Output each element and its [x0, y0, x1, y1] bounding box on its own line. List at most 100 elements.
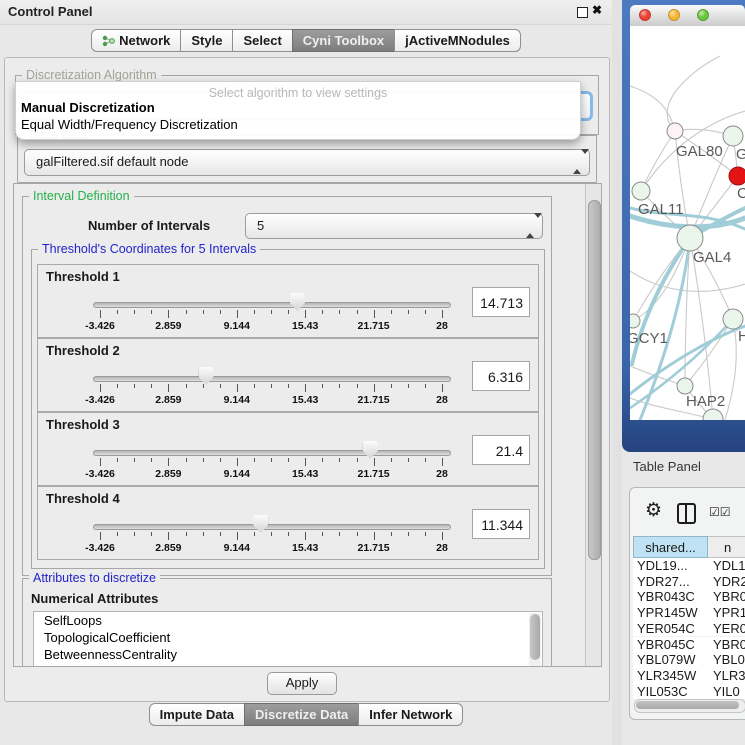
- attributes-list[interactable]: SelfLoopsTopologicalCoefficientBetweenne…: [33, 611, 543, 667]
- threshold-2-slider-track[interactable]: [93, 376, 451, 382]
- slider-tick-label: 9.144: [212, 468, 262, 480]
- attributes-list-scrollbar[interactable]: [529, 613, 541, 667]
- threshold-4-slider-thumb[interactable]: [253, 515, 268, 533]
- tab-discretize-data[interactable]: Discretize Data: [244, 703, 359, 726]
- tab-infer-network[interactable]: Infer Network: [358, 703, 463, 726]
- zoom-light[interactable]: [697, 9, 709, 21]
- number-of-intervals-combobox[interactable]: 5: [245, 213, 543, 239]
- slider-tick: [271, 458, 272, 462]
- slider-tick: [151, 458, 152, 462]
- threshold-4-slider-track[interactable]: [93, 524, 451, 530]
- dropdown-item-manual-discretization[interactable]: Manual Discretization: [16, 100, 580, 117]
- threshold-3-value-field[interactable]: 21.4: [472, 435, 530, 465]
- network-node[interactable]: [630, 314, 640, 328]
- slider-tick-label: 15.43: [280, 394, 330, 406]
- table-row[interactable]: YBR045CYBR0: [633, 637, 745, 653]
- slider-tick: [374, 384, 375, 392]
- table-panel: ⚙ ☑☑ shared... n YDL19...YDL1YDR27...YDR…: [629, 487, 745, 720]
- network-edge[interactable]: [667, 56, 720, 131]
- slider-tick: [374, 458, 375, 466]
- slider-tick: [339, 384, 340, 388]
- threshold-2-slider-thumb[interactable]: [199, 367, 214, 385]
- dropdown-item-equal-width-frequency-discretization[interactable]: Equal Width/Frequency Discretization: [16, 117, 580, 134]
- slider-tick: [134, 384, 135, 388]
- network-node[interactable]: [677, 378, 693, 394]
- table-horizontal-scrollbar[interactable]: [634, 699, 745, 713]
- threshold-label: Threshold 4: [46, 491, 120, 506]
- threshold-1-slider-track[interactable]: [93, 302, 451, 308]
- column-header-shared-name[interactable]: shared...: [633, 536, 708, 558]
- checkboxes-icon[interactable]: ☑☑: [709, 505, 731, 519]
- scrollpane-vertical-scrollbar[interactable]: [585, 184, 601, 666]
- slider-tick: [186, 384, 187, 388]
- cell-name: YIL0: [713, 684, 745, 699]
- tab-cyni-toolbox[interactable]: Cyni Toolbox: [292, 29, 395, 52]
- slider-tick: [220, 532, 221, 536]
- table-row[interactable]: YIL053C YIL0: [633, 684, 745, 700]
- network-edge[interactable]: [630, 86, 675, 131]
- table-row[interactable]: YDR27...YDR2: [633, 574, 745, 590]
- threshold-3-slider-thumb[interactable]: [363, 441, 378, 459]
- control-panel-titlebar: Control Panel ✖: [0, 0, 612, 25]
- tab-label: Style: [191, 33, 222, 48]
- float-panel-icon[interactable]: [577, 7, 588, 18]
- table-row[interactable]: YER054CYER0: [633, 621, 745, 637]
- threshold-1-slider-thumb[interactable]: [290, 293, 305, 311]
- threshold-3-slider-track[interactable]: [93, 450, 451, 456]
- column-header-name[interactable]: n: [708, 536, 745, 558]
- network-node[interactable]: [667, 123, 683, 139]
- network-edge[interactable]: [641, 131, 675, 191]
- slider-tick: [203, 310, 204, 314]
- apply-button[interactable]: Apply: [267, 672, 337, 695]
- network-node[interactable]: [723, 309, 743, 329]
- cyni-bottom-tabbar: Impute DataDiscretize DataInfer Network: [0, 703, 612, 726]
- close-panel-icon[interactable]: ✖: [592, 3, 602, 17]
- tab-style[interactable]: Style: [180, 29, 233, 52]
- close-light[interactable]: [639, 9, 651, 21]
- cell-shared-name: YBL079W: [637, 652, 707, 667]
- network-node-label: GCY1: [630, 330, 668, 347]
- threshold-4-value-field[interactable]: 11.344: [472, 509, 530, 539]
- table-row[interactable]: YLR345WYLR3: [633, 668, 745, 684]
- cell-shared-name: YPR145W: [637, 605, 707, 620]
- slider-tick-label: 21.715: [349, 468, 399, 480]
- slider-tick: [322, 310, 323, 314]
- threshold-1-value-field[interactable]: 14.713: [472, 287, 530, 317]
- table-row[interactable]: YPR145WYPR1: [633, 605, 745, 621]
- table-row[interactable]: YBR043CYBR0: [633, 589, 745, 605]
- group-title: Discretization Algorithm: [22, 68, 161, 82]
- table-row[interactable]: YDL19...YDL1: [633, 558, 745, 574]
- slider-tick-label: 2.859: [143, 542, 193, 554]
- network-node[interactable]: [723, 126, 743, 146]
- slider-tick: [117, 310, 118, 314]
- minimize-light[interactable]: [668, 9, 680, 21]
- slider-tick: [168, 384, 169, 392]
- cell-name: YER0: [713, 621, 745, 636]
- gear-icon[interactable]: ⚙: [645, 499, 662, 522]
- slider-tick: [100, 532, 101, 540]
- table-row[interactable]: YBL079WYBL0: [633, 652, 745, 668]
- slider-tick: [442, 384, 443, 392]
- tab-network[interactable]: Network: [91, 29, 181, 52]
- slider-tick: [425, 384, 426, 388]
- group-title: Threshold's Coordinates for 5 Intervals: [38, 242, 260, 256]
- slider-tick-label: 15.43: [280, 542, 330, 554]
- slider-tick: [442, 310, 443, 318]
- network-window-titlebar[interactable]: [630, 5, 745, 27]
- network-canvas[interactable]: GAL80GCGAL11GAL4GCY1HHAP2: [630, 26, 745, 420]
- attribute-item-topologicalcoefficient[interactable]: TopologicalCoefficient: [34, 629, 542, 646]
- threshold-2-value-field[interactable]: 6.316: [472, 361, 530, 391]
- tab-jactivemnodules[interactable]: jActiveMNodules: [394, 29, 521, 52]
- network-node[interactable]: [677, 225, 703, 251]
- attribute-item-selfloops[interactable]: SelfLoops: [34, 612, 542, 629]
- network-node[interactable]: [632, 182, 650, 200]
- tab-select[interactable]: Select: [232, 29, 292, 52]
- cell-shared-name: YIL053C: [637, 684, 707, 699]
- attribute-item-betweennesscentrality[interactable]: BetweennessCentrality: [34, 646, 542, 663]
- network-node[interactable]: [729, 167, 745, 185]
- slider-tick: [168, 532, 169, 540]
- tab-impute-data[interactable]: Impute Data: [149, 703, 245, 726]
- columns-icon[interactable]: [677, 503, 696, 524]
- network-node[interactable]: [703, 409, 723, 420]
- table-data-combobox[interactable]: galFiltered.sif default node: [24, 149, 590, 176]
